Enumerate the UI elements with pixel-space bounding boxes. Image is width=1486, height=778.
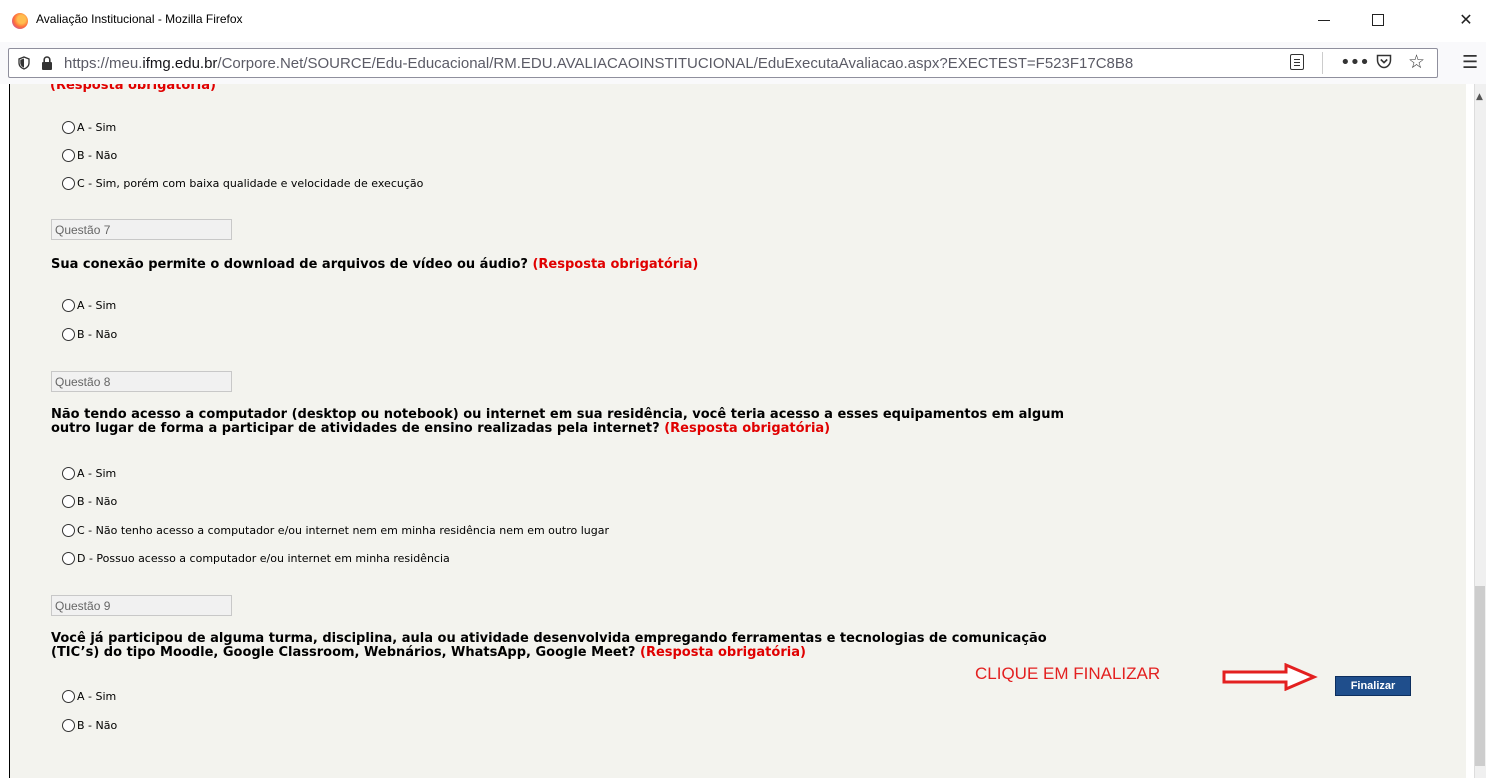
hamburger-menu-icon[interactable]: ☰ bbox=[1462, 52, 1478, 73]
finalize-button[interactable]: Finalizar bbox=[1335, 676, 1411, 696]
question-7-label: Questão 7 bbox=[51, 219, 232, 240]
red-arrow-icon bbox=[1222, 663, 1318, 691]
q7-option-a[interactable]: A - Sim bbox=[62, 298, 116, 314]
question-9-text: Você já participou de alguma turma, disc… bbox=[51, 632, 1231, 660]
question-8-label: Questão 8 bbox=[51, 371, 232, 392]
radio-button[interactable] bbox=[62, 523, 75, 537]
question-9-label: Questão 9 bbox=[51, 595, 232, 616]
radio-button[interactable] bbox=[62, 120, 75, 134]
radio-button[interactable] bbox=[62, 327, 75, 341]
option-label: B - Não bbox=[77, 495, 118, 508]
required-note: (Resposta obrigatória) bbox=[532, 257, 699, 272]
question-7-text: Sua conexão permite o download de arquiv… bbox=[51, 258, 1231, 272]
tracking-protection-shield-icon[interactable] bbox=[18, 56, 30, 70]
q8-option-b[interactable]: B - Não bbox=[62, 494, 117, 510]
url-text[interactable]: https://meu.ifmg.edu.br/Corpore.Net/SOUR… bbox=[64, 55, 1282, 72]
question-text-line1: Não tendo acesso a computador (desktop o… bbox=[51, 407, 1064, 422]
lock-icon[interactable] bbox=[40, 55, 54, 71]
option-label: C - Não tenho acesso a computador e/ou i… bbox=[77, 524, 609, 537]
radio-button[interactable] bbox=[62, 148, 75, 162]
window-titlebar: Avaliação Institucional - Mozilla Firefo… bbox=[0, 0, 1486, 42]
q8-option-a[interactable]: A - Sim bbox=[62, 466, 116, 482]
q6-option-c[interactable]: C - Sim, porém com baixa qualidade e vel… bbox=[62, 176, 423, 192]
click-finalize-annotation: CLIQUE EM FINALIZAR bbox=[975, 664, 1161, 683]
option-label: D - Possuo acesso a computador e/ou inte… bbox=[77, 552, 450, 565]
firefox-logo-icon bbox=[12, 13, 28, 29]
radio-button[interactable] bbox=[62, 176, 75, 190]
pocket-icon[interactable] bbox=[1376, 54, 1392, 69]
option-label: A - Sim bbox=[77, 690, 117, 703]
q8-option-c[interactable]: C - Não tenho acesso a computador e/ou i… bbox=[62, 523, 609, 539]
question-text: Sua conexão permite o download de arquiv… bbox=[51, 257, 528, 272]
q8-option-d[interactable]: D - Possuo acesso a computador e/ou inte… bbox=[62, 551, 450, 567]
scroll-up-arrow-icon[interactable]: ▲ bbox=[1476, 92, 1483, 102]
q9-option-a[interactable]: A - Sim bbox=[62, 689, 116, 705]
option-label: B - Não bbox=[77, 328, 118, 341]
question-text-line2: outro lugar de forma a participar de ati… bbox=[51, 421, 660, 436]
radio-button[interactable] bbox=[62, 466, 75, 480]
radio-button[interactable] bbox=[62, 298, 75, 312]
url-path: /Corpore.Net/SOURCE/Edu-Educacional/RM.E… bbox=[217, 55, 1134, 72]
toolbar-divider bbox=[1322, 52, 1323, 74]
q7-option-b[interactable]: B - Não bbox=[62, 327, 117, 343]
option-label: B - Não bbox=[77, 149, 118, 162]
window-title: Avaliação Institucional - Mozilla Firefo… bbox=[36, 12, 243, 26]
q9-option-b[interactable]: B - Não bbox=[62, 718, 117, 734]
question-8-text: Não tendo acesso a computador (desktop o… bbox=[51, 408, 1231, 436]
bookmark-star-icon[interactable]: ☆ bbox=[1408, 51, 1425, 73]
scrollbar-thumb[interactable] bbox=[1475, 586, 1485, 766]
q6-option-a[interactable]: A - Sim bbox=[62, 120, 116, 136]
option-label: A - Sim bbox=[77, 121, 117, 134]
radio-button[interactable] bbox=[62, 494, 75, 508]
required-note-cut-off: (Resposta obrigatória) bbox=[50, 84, 216, 93]
reader-view-icon[interactable] bbox=[1290, 54, 1304, 70]
url-prefix: https://meu. bbox=[64, 55, 143, 72]
question-text-line1: Você já participou de alguma turma, disc… bbox=[51, 631, 1047, 646]
option-label: C - Sim, porém com baixa qualidade e vel… bbox=[77, 177, 424, 190]
q6-option-b[interactable]: B - Não bbox=[62, 148, 117, 164]
radio-button[interactable] bbox=[62, 689, 75, 703]
maximize-button[interactable] bbox=[1358, 8, 1398, 32]
url-domain: ifmg.edu.br bbox=[142, 55, 218, 72]
question-text-line2: (TIC’s) do tipo Moodle, Google Classroom… bbox=[51, 645, 636, 660]
required-note: (Resposta obrigatória) bbox=[640, 645, 806, 660]
option-label: A - Sim bbox=[77, 467, 117, 480]
page-actions-more-icon[interactable]: ••• bbox=[1340, 52, 1370, 73]
option-label: B - Não bbox=[77, 719, 118, 732]
maximize-icon bbox=[1372, 14, 1384, 26]
minimize-icon bbox=[1318, 20, 1330, 21]
minimize-button[interactable] bbox=[1304, 8, 1344, 32]
navigation-toolbar: https://meu.ifmg.edu.br/Corpore.Net/SOUR… bbox=[0, 42, 1486, 84]
radio-button[interactable] bbox=[62, 718, 75, 732]
close-button[interactable]: ✕ bbox=[1446, 8, 1486, 32]
required-note: (Resposta obrigatória) bbox=[664, 421, 831, 436]
option-label: A - Sim bbox=[77, 299, 117, 312]
radio-button[interactable] bbox=[62, 551, 75, 565]
